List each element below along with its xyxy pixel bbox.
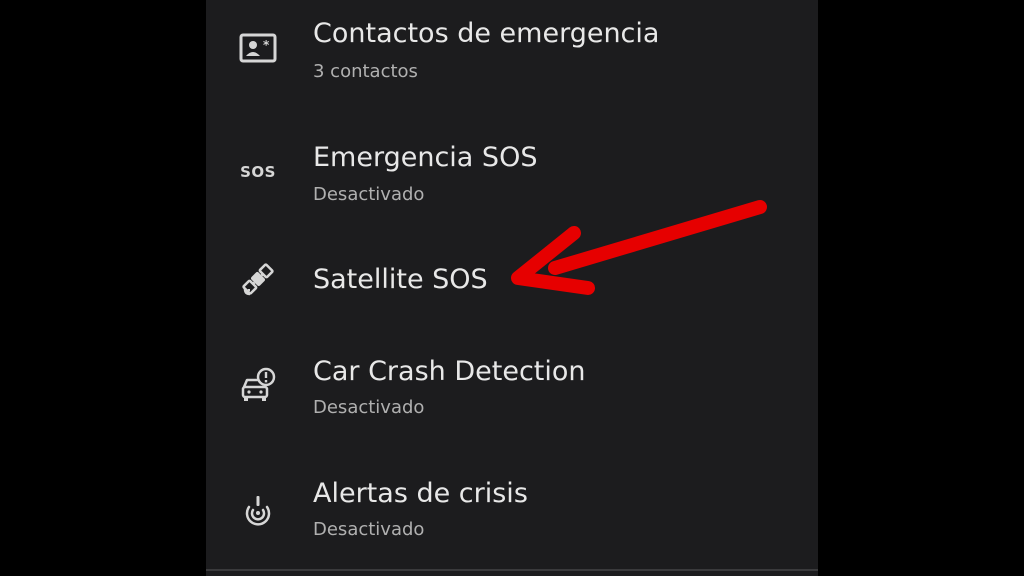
settings-item-title: Satellite SOS	[313, 264, 488, 295]
svg-text:*: *	[263, 38, 270, 52]
settings-item-subtitle: Desactivado	[313, 184, 425, 205]
contact-card-icon: *	[236, 26, 280, 70]
crisis-alert-icon	[236, 488, 280, 532]
settings-item-satellite-sos[interactable]: Satellite SOS	[206, 240, 818, 336]
settings-item-crisis-alerts[interactable]: Alertas de crisis Desactivado	[206, 458, 818, 554]
safety-settings-list: * Contactos de emergencia 3 contactos SO…	[206, 0, 818, 576]
settings-item-subtitle: 3 contactos	[313, 61, 418, 82]
settings-item-emergency-sos[interactable]: SOS Emergencia SOS Desactivado	[206, 124, 818, 220]
settings-item-title: Emergencia SOS	[313, 142, 538, 173]
car-crash-icon	[236, 364, 280, 408]
sos-icon-label: SOS	[240, 163, 276, 181]
settings-item-subtitle: Desactivado	[313, 397, 425, 418]
screen: * Contactos de emergencia 3 contactos SO…	[0, 0, 1024, 576]
settings-item-subtitle: Desactivado	[313, 519, 425, 540]
list-divider	[206, 569, 818, 571]
settings-item-title: Car Crash Detection	[313, 356, 586, 387]
settings-item-title: Contactos de emergencia	[313, 18, 660, 49]
settings-item-emergency-contacts[interactable]: * Contactos de emergencia 3 contactos	[206, 0, 818, 96]
sos-icon: SOS	[236, 150, 280, 194]
settings-item-title: Alertas de crisis	[313, 478, 528, 509]
settings-item-car-crash-detection[interactable]: Car Crash Detection Desactivado	[206, 336, 818, 432]
satellite-icon	[236, 257, 280, 301]
